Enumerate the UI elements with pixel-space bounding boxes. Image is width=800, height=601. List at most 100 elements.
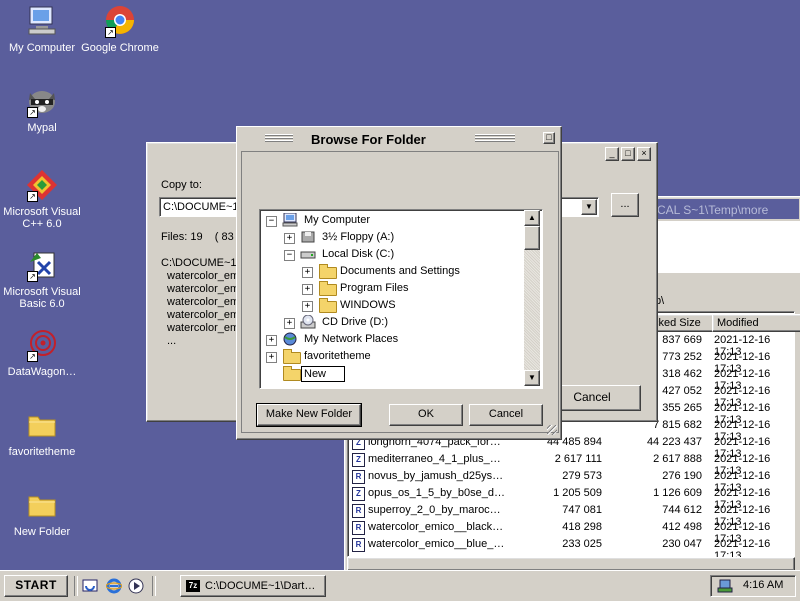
tree-item[interactable]: New <box>260 365 522 382</box>
network-places-icon <box>282 332 298 346</box>
archive-file-icon: R <box>352 538 365 552</box>
collapse-icon[interactable]: − <box>284 250 295 261</box>
table-row[interactable]: Rwatercolor_emico__black… 418 298 412 498 2… <box>352 519 792 545</box>
desktop-icon-label: Microsoft Visual C++ 6.0 <box>3 206 81 230</box>
expand-icon[interactable]: + <box>302 284 313 295</box>
clock: 4:16 AM <box>743 579 784 591</box>
desktop-icon-label: Mypal <box>27 122 57 134</box>
tree-item-label: WINDOWS <box>340 299 396 311</box>
desktop-icon-new-folder[interactable]: New Folder <box>0 488 84 538</box>
desktop-icon-favoritetheme[interactable]: favoritetheme <box>0 408 84 458</box>
desktop-icon-label: DataWagon… <box>7 366 77 378</box>
expand-icon[interactable]: + <box>284 233 295 244</box>
internet-explorer-icon[interactable] <box>105 578 123 594</box>
folder-icon <box>319 281 337 296</box>
packed-size-cell: 412 498 <box>662 521 702 533</box>
size-cell: 279 573 <box>562 470 602 482</box>
chrome-icon: ↗ <box>103 4 137 38</box>
tree-item-label: 3½ Floppy (A:) <box>322 231 395 243</box>
collapse-icon[interactable]: − <box>266 216 277 227</box>
folder-tree[interactable]: − My Computer +3½ Floppy (A:) − Local Disk (… <box>259 209 543 389</box>
desktop-icon-google-chrome[interactable]: ↗ Google Chrome <box>78 4 162 54</box>
table-row[interactable]: Zmediterraneo_4_1_plus_… 2 617 111 2 617 8… <box>352 451 792 477</box>
size-cell: 1 205 509 <box>553 487 602 499</box>
my-computer-icon <box>25 4 59 38</box>
tree-item[interactable]: + Program Files <box>260 280 522 297</box>
size-cell: 418 298 <box>562 521 602 533</box>
tree-item[interactable]: + Documents and Settings <box>260 263 522 280</box>
tree-vertical-scrollbar[interactable]: ▲ ▼ <box>524 210 540 386</box>
show-desktop-icon[interactable] <box>82 578 98 594</box>
copy-list-item: watercolor_emi <box>167 296 242 308</box>
shortcut-arrow-icon: ↗ <box>27 271 38 282</box>
resize-grip-icon[interactable] <box>547 425 557 435</box>
tree-item-label: Local Disk (C:) <box>322 248 395 260</box>
file-name-cell: watercolor_emico__black… <box>368 521 504 533</box>
file-name-cell: novus_by_jamush_d25ys… <box>368 470 504 482</box>
dialog-title: Browse For Folder <box>311 132 426 147</box>
desktop-icon-visual-cpp[interactable]: ↗ Microsoft Visual C++ 6.0 <box>0 168 84 230</box>
tree-item-label: favoritetheme <box>304 350 371 362</box>
table-row[interactable]: Zopus_os_1_5_by_b0se_d… 1 205 509 1 126 60… <box>352 485 792 511</box>
column-header-modified[interactable]: Modified <box>712 314 800 332</box>
scroll-down-arrow-icon[interactable]: ▼ <box>524 370 540 386</box>
packed-size-cell: 355 265 <box>662 402 702 414</box>
network-tray-icon[interactable] <box>717 578 733 594</box>
folder-icon <box>319 264 337 279</box>
table-row[interactable]: Rsuperroy_2_0_by_maroc… 747 081 744 612 202… <box>352 502 792 528</box>
tree-item[interactable]: − My Computer <box>260 212 522 229</box>
visual-cpp-icon: ↗ <box>25 168 59 202</box>
copy-to-label: Copy to: <box>161 179 202 191</box>
file-name-cell: superroy_2_0_by_maroc… <box>368 504 501 516</box>
tree-item-label: Documents and Settings <box>340 265 460 277</box>
table-row[interactable]: Rwatercolor_emico__blue_… 233 025 230 047 2… <box>352 536 792 562</box>
taskbar-item-7zip[interactable]: 7z C:\DOCUME~1\Dart… <box>180 575 326 597</box>
copy-list-item: watercolor_emi <box>167 283 242 295</box>
expand-icon[interactable]: + <box>302 267 313 278</box>
tree-item[interactable]: − Local Disk (C:) <box>260 246 522 263</box>
expand-icon[interactable]: + <box>302 301 313 312</box>
maximize-button[interactable]: □ <box>621 147 635 161</box>
packed-size-cell: 427 052 <box>662 385 702 397</box>
close-button[interactable]: × <box>637 147 651 161</box>
file-name-cell: mediterraneo_4_1_plus_… <box>368 453 501 465</box>
copy-list-item: watercolor_emi <box>167 322 242 334</box>
desktop-icon-visual-basic[interactable]: ↗ Microsoft Visual Basic 6.0 <box>0 248 84 310</box>
tree-item[interactable]: + favoritetheme <box>260 348 522 365</box>
media-player-icon[interactable] <box>128 578 144 594</box>
tree-item-label: My Network Places <box>304 333 399 345</box>
packed-size-cell: 744 612 <box>662 504 702 516</box>
new-folder-name-input[interactable]: New <box>301 366 345 382</box>
expand-icon[interactable]: + <box>266 352 277 363</box>
folder-icon <box>319 298 337 313</box>
desktop-icon-mypal[interactable]: ↗ Mypal <box>0 84 84 134</box>
chevron-down-icon[interactable]: ▼ <box>581 199 597 215</box>
ok-button[interactable]: OK <box>389 404 463 426</box>
start-button[interactable]: START <box>4 575 68 597</box>
copy-list-item: watercolor_emi <box>167 270 242 282</box>
scroll-up-arrow-icon[interactable]: ▲ <box>524 210 540 226</box>
desktop-icon-my-computer[interactable]: My Computer <box>0 4 84 54</box>
tree-item-label: Program Files <box>340 282 409 294</box>
desktop-icon-datawagon[interactable]: ↗ DataWagon… <box>0 328 84 378</box>
dialog-titlebar: Browse For Folder □ <box>239 129 559 149</box>
column-header-packed-size[interactable]: cked Size <box>648 314 716 332</box>
expand-icon[interactable]: + <box>284 318 295 329</box>
system-tray: 4:16 AM <box>710 575 796 597</box>
tree-item[interactable]: + WINDOWS <box>260 297 522 314</box>
tree-item[interactable]: +3½ Floppy (A:) <box>260 229 522 246</box>
minimize-button[interactable]: _ <box>605 147 619 161</box>
close-button[interactable]: □ <box>543 132 555 144</box>
scrollbar-thumb[interactable] <box>524 226 540 250</box>
shortcut-arrow-icon: ↗ <box>105 27 116 38</box>
make-new-folder-button[interactable]: Make New Folder <box>256 403 362 427</box>
raccoon-icon: ↗ <box>25 84 59 118</box>
tree-item[interactable]: + My Network Places <box>260 331 522 348</box>
table-row[interactable]: Rnovus_by_jamush_d25ys… 279 573 276 190 202… <box>352 468 792 494</box>
browse-path-button[interactable]: ... <box>611 193 639 217</box>
dialog-cancel-button[interactable]: Cancel <box>469 404 543 426</box>
archive-file-icon: Z <box>352 487 365 501</box>
tree-item[interactable]: + CD Drive (D:) <box>260 314 522 331</box>
horizontal-scrollbar[interactable] <box>347 557 795 571</box>
expand-icon[interactable]: + <box>266 335 277 346</box>
